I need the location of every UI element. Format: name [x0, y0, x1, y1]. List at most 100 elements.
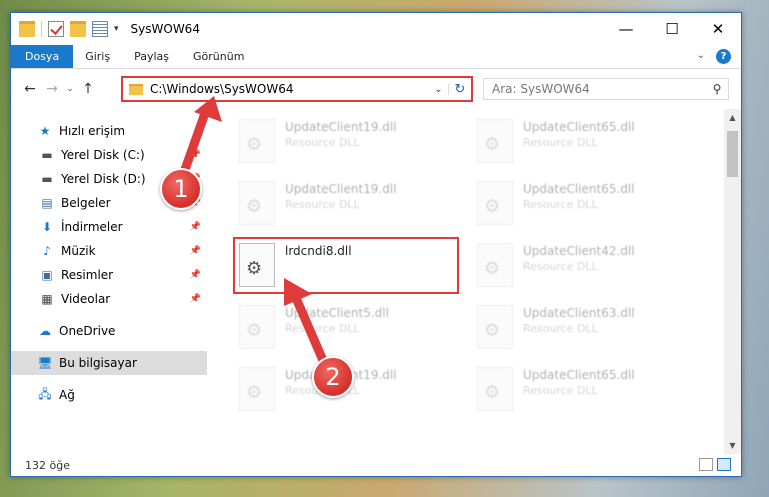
new-folder-icon[interactable] — [70, 21, 86, 37]
folder-icon — [19, 21, 35, 37]
documents-icon: ▤ — [41, 196, 53, 210]
help-icon[interactable]: ? — [716, 49, 731, 64]
file-item[interactable]: UpdateClient65.dll Resource DLL — [449, 363, 685, 419]
pin-icon[interactable]: 📌 — [190, 270, 201, 280]
nav-label: Yerel Disk (D:) — [61, 172, 146, 186]
scroll-down-icon[interactable]: ▼ — [724, 437, 741, 454]
properties-check-icon[interactable] — [48, 21, 64, 37]
nav-this-pc[interactable]: 🖥 Bu bilgisayar — [11, 351, 207, 375]
file-description: Resource DLL — [523, 384, 598, 397]
pin-icon[interactable]: 📌 — [190, 222, 201, 232]
nav-label: Videolar — [61, 292, 111, 306]
nav-quick-access[interactable]: ★ Hızlı erişim — [11, 119, 207, 143]
back-icon[interactable]: ← — [19, 81, 41, 97]
file-description: Resource DLL — [523, 136, 598, 149]
view-switcher — [699, 458, 731, 471]
close-button[interactable]: ✕ — [695, 13, 741, 45]
nav-label: Belgeler — [61, 196, 111, 210]
file-list: UpdateClient19.dll Resource DLL UpdateCli… — [211, 109, 723, 454]
view-properties-icon[interactable] — [92, 21, 108, 37]
file-description: Resource DLL — [285, 136, 360, 149]
item-count: 132 öğe — [25, 458, 70, 472]
forward-icon[interactable]: → — [41, 81, 63, 97]
nav-label: Müzik — [61, 244, 96, 258]
file-name: UpdateClient65.dll — [523, 368, 635, 382]
address-path[interactable]: C:\Windows\SysWOW64 — [150, 82, 429, 96]
explorer-window: ▾ SysWOW64 — ☐ ✕ Dosya Giriş Paylaş Görü… — [10, 12, 742, 477]
file-description: Resource DLL — [523, 322, 598, 335]
status-bar: 132 öğe — [11, 454, 741, 476]
expand-ribbon-icon[interactable]: ⌄ — [697, 50, 705, 61]
file-description: Resource DLL — [523, 198, 598, 211]
customize-toolbar-icon[interactable]: ▾ — [114, 24, 119, 34]
search-icon[interactable]: ⚲ — [706, 82, 728, 96]
address-dropdown-icon[interactable]: ⌄ — [429, 83, 449, 95]
file-item[interactable]: UpdateClient42.dll Resource DLL — [449, 239, 685, 295]
drive-icon: ▬ — [41, 172, 53, 186]
nav-item-local-disk-c[interactable]: ▬ Yerel Disk (C:) 📌 — [11, 143, 207, 167]
details-view-icon[interactable] — [699, 458, 713, 471]
explorer-body: ★ Hızlı erişim ▬ Yerel Disk (C:) 📌 ▬ Yer… — [11, 109, 741, 454]
window-title: SysWOW64 — [130, 22, 200, 36]
file-name: UpdateClient19.dll — [285, 120, 397, 134]
music-icon: ♪ — [43, 244, 51, 258]
recent-locations-icon[interactable]: ⌄ — [63, 84, 77, 94]
search-input[interactable]: Ara: SysWOW64 ⚲ — [483, 78, 729, 100]
navigation-bar: ← → ⌄ ↑ C:\Windows\SysWOW64 ⌄ ↻ Ara: Sys… — [11, 69, 741, 109]
file-item[interactable]: UpdateClient19.dll Resource DLL — [211, 177, 447, 233]
tab-share[interactable]: Paylaş — [122, 45, 181, 68]
nav-item-pictures[interactable]: ▣ Resimler 📌 — [11, 263, 207, 287]
window-controls: — ☐ ✕ — [603, 13, 741, 45]
file-name: UpdateClient63.dll — [523, 306, 635, 320]
tab-home[interactable]: Giriş — [73, 45, 122, 68]
file-description: Resource DLL — [285, 322, 360, 335]
file-name: UpdateClient65.dll — [523, 120, 635, 134]
tab-view[interactable]: Görünüm — [181, 45, 256, 68]
folder-icon — [129, 83, 143, 95]
divider — [41, 21, 42, 37]
scroll-thumb[interactable] — [727, 131, 738, 177]
up-icon[interactable]: ↑ — [77, 81, 99, 97]
nav-label: Yerel Disk (C:) — [61, 148, 145, 162]
nav-item-videos[interactable]: ▦ Videolar 📌 — [11, 287, 207, 311]
pin-icon[interactable]: 📌 — [190, 246, 201, 256]
scroll-up-icon[interactable]: ▲ — [724, 109, 741, 126]
step-badge-1: 1 — [160, 168, 202, 210]
nav-label: Bu bilgisayar — [59, 356, 137, 370]
dll-file-icon — [239, 119, 275, 163]
dll-file-icon — [477, 305, 513, 349]
file-item[interactable]: UpdateClient65.dll Resource DLL — [449, 115, 685, 171]
address-bar[interactable]: C:\Windows\SysWOW64 ⌄ ↻ — [121, 76, 473, 102]
pin-icon[interactable]: 📌 — [190, 294, 201, 304]
tab-file[interactable]: Dosya — [11, 45, 74, 68]
nav-onedrive[interactable]: ☁ OneDrive — [11, 319, 207, 343]
maximize-button[interactable]: ☐ — [649, 13, 695, 45]
minimize-button[interactable]: — — [603, 13, 649, 45]
file-item[interactable]: UpdateClient5.dll Resource DLL — [211, 301, 447, 357]
nav-item-downloads[interactable]: ⬇ İndirmeler 📌 — [11, 215, 207, 239]
nav-label: Hızlı erişim — [59, 124, 126, 138]
refresh-icon[interactable]: ↻ — [449, 82, 471, 97]
search-placeholder[interactable]: Ara: SysWOW64 — [492, 82, 706, 96]
videos-icon: ▦ — [41, 292, 53, 306]
dll-file-icon — [239, 367, 275, 411]
vertical-scrollbar[interactable]: ▲ ▼ — [724, 109, 741, 454]
pictures-icon: ▣ — [41, 268, 53, 282]
file-description: Resource DLL — [285, 198, 360, 211]
file-item[interactable]: UpdateClient65.dll Resource DLL — [449, 177, 685, 233]
navigation-pane: ★ Hızlı erişim ▬ Yerel Disk (C:) 📌 ▬ Yer… — [11, 109, 207, 454]
download-icon: ⬇ — [41, 220, 53, 234]
nav-label: Resimler — [61, 268, 114, 282]
nav-item-music[interactable]: ♪ Müzik 📌 — [11, 239, 207, 263]
large-icons-view-icon[interactable] — [717, 458, 731, 471]
dll-file-icon — [477, 181, 513, 225]
file-item[interactable]: UpdateClient19.dll Resource DLL — [211, 115, 447, 171]
nav-network[interactable]: 🖧 Ağ — [11, 383, 207, 407]
cloud-icon: ☁ — [39, 324, 51, 338]
file-name: UpdateClient5.dll — [285, 306, 389, 320]
highlight-box — [233, 237, 459, 294]
nav-label: Ağ — [59, 388, 75, 402]
pin-icon[interactable]: 📌 — [190, 150, 201, 160]
file-description: Resource DLL — [523, 260, 598, 273]
file-item[interactable]: UpdateClient63.dll Resource DLL — [449, 301, 685, 357]
